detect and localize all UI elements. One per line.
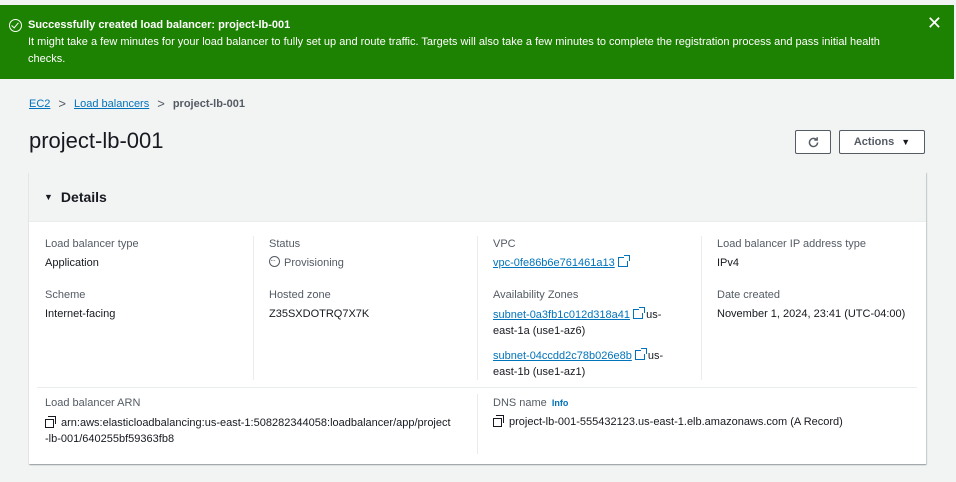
column-divider: [477, 236, 478, 380]
close-icon[interactable]: ✕: [927, 14, 942, 32]
arn-label: Load balancer ARN: [45, 397, 141, 409]
refresh-button[interactable]: [795, 130, 831, 154]
check-circle-icon: [9, 19, 22, 32]
copy-icon[interactable]: [45, 416, 56, 428]
vpc-link[interactable]: vpc-0fe86b6e761461a13: [493, 257, 615, 269]
status-label: Status: [269, 238, 301, 250]
dns-field: DNS name Info project-lb-001-555432123.u…: [493, 396, 843, 430]
scheme-value: Internet-facing: [45, 308, 116, 320]
subnet-2-link[interactable]: subnet-04ccdd2c78b026e8b: [493, 350, 632, 362]
vpc-field: VPC vpc-0fe86b6e761461a13: [493, 237, 630, 271]
copy-icon[interactable]: [493, 415, 504, 427]
ip-type-value: IPv4: [717, 257, 740, 269]
dns-value: project-lb-001-555432123.us-east-1.elb.a…: [493, 415, 843, 430]
breadcrumb-ec2[interactable]: EC2: [29, 98, 50, 110]
success-flash-banner: Successfully created load balancer: proj…: [0, 5, 954, 79]
az-label: Availability Zones: [493, 289, 579, 301]
arn-value: arn:aws:elasticloadbalancing:us-east-1:5…: [45, 416, 451, 445]
scheme-field: Scheme Internet-facing: [45, 288, 115, 322]
caret-down-icon: ▼: [44, 191, 53, 202]
ip-type-field: Load balancer IP address type IPv4: [717, 237, 866, 271]
subnet-1-link[interactable]: subnet-0a3fb1c012d318a41: [493, 309, 630, 321]
hosted-zone-label: Hosted zone: [269, 289, 331, 301]
az1-value: subnet-0a3fb1c012d318a41 us-east-1a (use…: [493, 307, 662, 337]
details-panel: ▼ Details Load balancer type Application…: [29, 172, 926, 464]
flash-message: It might take a few minutes for your loa…: [28, 36, 880, 65]
breadcrumb-load-balancers[interactable]: Load balancers: [74, 98, 149, 110]
vpc-label: VPC: [493, 238, 516, 250]
date-created-field: Date created November 1, 2024, 23:41 (UT…: [717, 288, 905, 322]
chevron-right-icon: >: [58, 96, 66, 111]
ip-type-label: Load balancer IP address type: [717, 238, 867, 250]
details-header[interactable]: ▼ Details: [29, 172, 926, 222]
flash-title: Successfully created load balancer: proj…: [28, 19, 291, 31]
pending-icon: [269, 253, 280, 268]
actions-label: Actions: [853, 136, 895, 148]
column-divider: [701, 236, 702, 380]
caret-down-icon: ▼: [901, 137, 911, 147]
info-link[interactable]: Info: [552, 398, 569, 408]
column-divider: [253, 236, 254, 380]
status-field: Status Provisioning: [269, 237, 344, 271]
details-title: Details: [60, 188, 107, 205]
az-field: Availability Zones subnet-0a3fb1c012d318…: [493, 288, 693, 380]
breadcrumb: EC2 > Load balancers > project-lb-001: [29, 96, 245, 111]
refresh-icon: [808, 136, 818, 147]
az2-value: subnet-04ccdd2c78b026e8b us-east-1b (use…: [493, 348, 664, 378]
date-created-label: Date created: [717, 289, 780, 301]
page-title: project-lb-001: [29, 128, 164, 153]
lb-type-label: Load balancer type: [45, 238, 139, 250]
chevron-right-icon: >: [157, 96, 165, 111]
actions-dropdown-button[interactable]: Actions ▼: [839, 130, 925, 154]
external-link-icon: [617, 255, 630, 267]
row-divider: [37, 387, 917, 388]
lb-type-field: Load balancer type Application: [45, 237, 139, 271]
lb-type-value: Application: [45, 257, 99, 269]
column-divider: [477, 394, 478, 454]
scheme-label: Scheme: [45, 289, 86, 301]
external-link-icon: [633, 307, 646, 319]
breadcrumb-current: project-lb-001: [172, 97, 245, 110]
hosted-zone-field: Hosted zone Z35SXDOTRQ7X7K: [269, 288, 369, 322]
external-link-icon: [634, 348, 647, 360]
date-created-value: November 1, 2024, 23:41 (UTC-04:00): [717, 308, 906, 320]
status-value: Provisioning: [269, 253, 344, 271]
arn-field: Load balancer ARN arn:aws:elasticloadbal…: [45, 396, 470, 447]
dns-label: DNS name Info: [493, 397, 569, 409]
hosted-zone-value: Z35SXDOTRQ7X7K: [269, 308, 370, 320]
